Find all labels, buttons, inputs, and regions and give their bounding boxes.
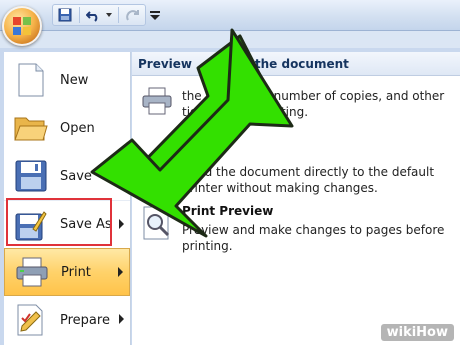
toolbar-separator xyxy=(118,7,119,23)
menu-item-prepare[interactable]: Prepare xyxy=(4,296,130,344)
option-desc-line: tions before printing. xyxy=(182,105,309,119)
save-highlight-box xyxy=(6,198,112,246)
floppy-disk-icon xyxy=(12,157,50,195)
menu-item-save[interactable]: Save xyxy=(4,152,130,200)
undo-icon[interactable] xyxy=(85,6,103,24)
quick-access-toolbar xyxy=(52,4,146,26)
save-icon[interactable] xyxy=(56,6,74,24)
option-description: the document, number of copies, and othe… xyxy=(182,88,452,120)
printer-icon xyxy=(140,84,174,118)
watermark: wikiHow xyxy=(380,324,454,341)
option-desc-line: printer without making changes. xyxy=(182,181,378,195)
menu-item-open[interactable]: Open xyxy=(4,104,130,152)
submenu-arrow-icon xyxy=(119,219,124,229)
menu-item-label: Prepare xyxy=(60,312,110,328)
option-desc-line: Preview and make changes to pages before xyxy=(182,223,445,237)
printer-icon xyxy=(13,253,51,291)
option-description: Send the document directly to the defaul… xyxy=(182,164,452,196)
option-quick-print[interactable]: Send the document directly to the defaul… xyxy=(138,152,456,202)
panel-header-left: Preview xyxy=(138,57,193,71)
open-folder-icon xyxy=(12,109,50,147)
redo-icon[interactable] xyxy=(124,6,142,24)
option-title: Print Preview xyxy=(182,204,274,218)
menu-command-list: New Open Save Save As Print Prepare xyxy=(4,52,131,345)
title-bar xyxy=(0,0,460,31)
customize-dropdown-icon[interactable] xyxy=(148,6,162,24)
menu-item-label: Save xyxy=(60,168,92,184)
office-button[interactable] xyxy=(2,6,42,46)
option-desc-line: the document, number of copies, and othe… xyxy=(182,89,445,103)
menu-item-print[interactable]: Print xyxy=(4,248,130,296)
toolbar-separator xyxy=(79,7,80,23)
prepare-icon xyxy=(12,301,50,339)
quick-print-icon xyxy=(140,154,174,188)
panel-header: Preview rint the document xyxy=(132,52,460,76)
option-print-preview[interactable]: Print Preview Preview and make changes t… xyxy=(138,204,456,260)
menu-item-new[interactable]: New xyxy=(4,56,130,104)
new-document-icon xyxy=(12,61,50,99)
menu-item-label: Open xyxy=(60,120,95,136)
undo-dropdown-icon[interactable] xyxy=(105,6,113,24)
option-print[interactable]: the document, number of copies, and othe… xyxy=(138,82,456,136)
print-submenu-panel: Preview rint the document the document, … xyxy=(132,52,460,345)
print-preview-magnifier-icon xyxy=(140,206,174,240)
option-desc-line: printing. xyxy=(182,239,233,253)
submenu-arrow-icon xyxy=(119,314,124,324)
submenu-arrow-icon xyxy=(118,267,123,277)
panel-header-right: rint the document xyxy=(226,57,349,71)
menu-item-label: New xyxy=(60,72,89,88)
option-desc-line: Send the document directly to the defaul… xyxy=(182,165,435,179)
office-logo-icon xyxy=(13,17,31,35)
option-description: Preview and make changes to pages before… xyxy=(182,222,452,254)
menu-item-label: Print xyxy=(61,264,91,280)
